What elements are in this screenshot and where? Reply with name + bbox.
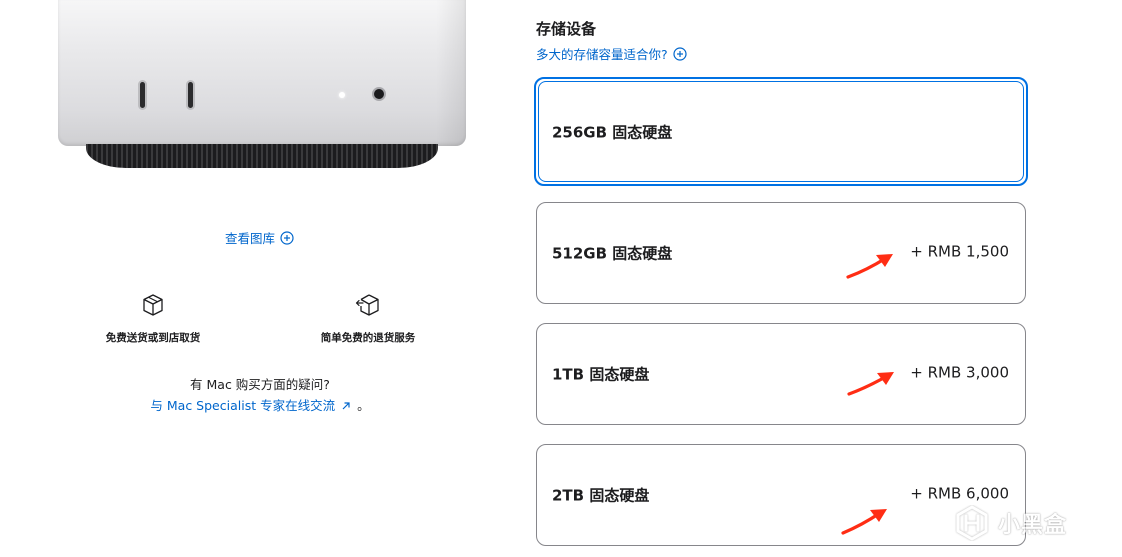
arrow-up-right-icon <box>342 402 350 410</box>
contact-suffix: 。 <box>357 398 370 413</box>
storage-option-256gb[interactable]: 256GB 固态硬盘 <box>534 77 1028 186</box>
return-box-icon <box>355 294 379 316</box>
feature-free-returns: 简单免费的退货服务 <box>298 292 438 345</box>
mac-mini-product-image <box>56 0 468 170</box>
usb-c-port-icon <box>186 80 195 110</box>
mac-mini-vented-base <box>86 144 438 168</box>
annotation-arrow-icon <box>841 509 887 535</box>
usb-c-port-icon <box>138 80 147 110</box>
annotation-arrow-icon <box>847 372 894 396</box>
purchase-question-text: 有 Mac 购买方面的疑问? <box>190 377 330 392</box>
watermark-text: 小黑盒 <box>998 513 1068 538</box>
feature-label: 简单免费的退货服务 <box>320 332 416 344</box>
view-gallery-label: 查看图库 <box>225 231 276 246</box>
contact-line: 与 Mac Specialist 专家在线交流 。 <box>0 395 520 414</box>
storage-option-price: + RMB 6,000 <box>910 484 1009 503</box>
storage-section-title: 存储设备 <box>536 20 597 38</box>
storage-help-label: 多大的存储容量适合你? <box>536 47 668 62</box>
headphone-jack-icon <box>372 87 386 101</box>
storage-help-link[interactable]: 多大的存储容量适合你? <box>536 44 687 63</box>
box-icon <box>143 294 163 316</box>
mac-mini-body <box>58 0 466 146</box>
view-gallery-link[interactable]: 查看图库 <box>225 228 294 247</box>
power-led-icon <box>339 92 345 98</box>
storage-option-1tb[interactable]: 1TB 固态硬盘 + RMB 3,000 <box>536 323 1026 425</box>
annotation-arrow-icon <box>846 254 893 279</box>
storage-option-512gb[interactable]: 512GB 固态硬盘 + RMB 1,500 <box>536 202 1026 304</box>
storage-option-2tb[interactable]: 2TB 固态硬盘 + RMB 6,000 <box>536 444 1026 546</box>
feature-free-delivery: 免费送货或到店取货 <box>83 292 223 345</box>
xiaoheihe-watermark: 小黑盒 <box>954 502 1094 544</box>
plus-circle-icon <box>673 46 687 61</box>
chat-with-specialist-label: 与 Mac Specialist 专家在线交流 <box>150 398 336 413</box>
feature-label: 免费送货或到店取货 <box>105 332 201 344</box>
storage-option-label: 1TB 固态硬盘 <box>552 365 650 384</box>
plus-circle-icon <box>280 230 294 245</box>
storage-option-price: + RMB 1,500 <box>910 242 1009 261</box>
xiaoheihe-logo-icon <box>956 505 988 541</box>
storage-option-label: 2TB 固态硬盘 <box>552 486 650 505</box>
chat-with-specialist-link[interactable]: 与 Mac Specialist 专家在线交流 <box>150 398 355 413</box>
storage-option-price: + RMB 3,000 <box>910 363 1009 382</box>
storage-option-label: 256GB 固态硬盘 <box>552 123 673 141</box>
storage-option-label: 512GB 固态硬盘 <box>552 244 673 263</box>
